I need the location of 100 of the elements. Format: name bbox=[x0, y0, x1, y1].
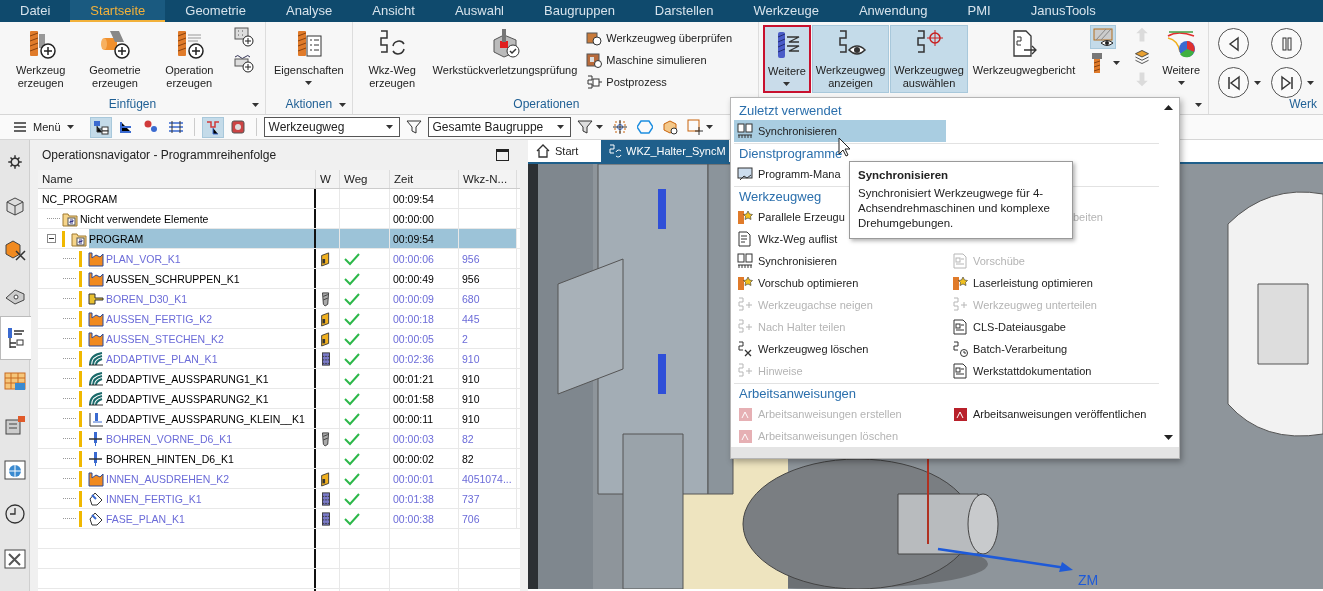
menu-item[interactable]: Batch-Verarbeitung bbox=[949, 338, 1071, 360]
group-launcher[interactable] bbox=[336, 101, 348, 109]
tool-star-icon bbox=[737, 209, 753, 225]
ribbon-button[interactable]: Wkz-Weg erzeugen bbox=[356, 25, 428, 93]
icon-button[interactable] bbox=[1090, 25, 1117, 49]
tree-row[interactable]: ADDAPTIVE_PLAN_K1 00:02:36 910 bbox=[38, 349, 520, 369]
player-button[interactable] bbox=[1217, 66, 1262, 99]
ribbon-button[interactable]: Werkstückverletzungsprüfung bbox=[428, 25, 582, 93]
menu-tab[interactable]: Anwendung bbox=[838, 0, 948, 22]
menu-item[interactable]: Wkz-Weg auflist bbox=[734, 228, 841, 250]
operation-name: AUSSEN_STECHEN_K2 bbox=[106, 332, 224, 345]
tree-row[interactable]: AUSSEN_SCHRUPPEN_K1 00:00:49 956 bbox=[38, 269, 520, 289]
tree-row[interactable]: INNEN_FERTIG_K1 00:01:38 737 bbox=[38, 489, 520, 509]
ribbon-button[interactable]: Werkzeugweg auswählen bbox=[890, 25, 968, 93]
ribbon-button[interactable]: Werkzeugweg anzeigen bbox=[811, 25, 890, 93]
tree-row[interactable]: BOHREN_HINTEN_D6_K1 00:00:02 82 bbox=[38, 449, 520, 469]
column-header[interactable]: Name bbox=[38, 170, 316, 188]
toolbar-button[interactable] bbox=[89, 116, 112, 138]
menu-item[interactable]: CLS-Dateiausgabe bbox=[949, 316, 1069, 338]
tree-row[interactable]: ADDAPTIVE_AUSSPARUNG_KLEIN__K1 00:00:11 910 bbox=[38, 409, 520, 429]
column-header[interactable]: Zeit bbox=[390, 170, 459, 188]
menu-item[interactable]: Arbeitsanweisungen veröffentlichen bbox=[949, 403, 1150, 425]
tree-row[interactable]: INNEN_AUSDREHEN_K2 00:00:01 4051074... bbox=[38, 469, 520, 489]
collapse-toggle[interactable] bbox=[47, 234, 56, 243]
menu-item[interactable]: Vorschub optimieren bbox=[734, 272, 862, 294]
filter-icon bbox=[405, 119, 422, 135]
menu-tab[interactable]: JanusTools bbox=[1010, 0, 1116, 22]
menu-item[interactable]: Programm-Mana bbox=[734, 163, 844, 185]
column-header[interactable]: W bbox=[316, 170, 340, 188]
turning-op-icon bbox=[88, 250, 104, 267]
tree-row[interactable]: ADDAPTIVE_AUSSPARUNG2_K1 00:01:58 910 bbox=[38, 389, 520, 409]
tree-row[interactable]: NC_PROGRAM 00:09:54 bbox=[38, 189, 520, 209]
document-icon bbox=[952, 253, 968, 269]
ribbon-button[interactable]: Geometrie erzeugen bbox=[78, 25, 152, 93]
chamfer-op-icon bbox=[88, 510, 104, 527]
group-label: Operationen bbox=[513, 97, 580, 112]
dropdown-field[interactable]: Gesamte Baugruppe bbox=[427, 117, 571, 137]
menu-item[interactable]: Laserleistung optimieren bbox=[949, 272, 1096, 294]
section-header: Werkzeugweg bbox=[738, 188, 823, 206]
ribbon-button[interactable]: Weitere bbox=[1158, 25, 1204, 93]
ribbon-button[interactable]: Werkzeugweg überprüfen bbox=[582, 27, 737, 48]
operation-name: FASE_PLAN_K1 bbox=[106, 512, 185, 525]
square-crosshair-icon bbox=[686, 119, 703, 135]
menu-tab[interactable]: Datei bbox=[0, 0, 71, 22]
operation-name: PLAN_VOR_K1 bbox=[106, 252, 181, 265]
settings-icon bbox=[5, 153, 24, 171]
sidebar-button[interactable] bbox=[0, 140, 30, 184]
menu-tab[interactable]: Baugruppen bbox=[524, 0, 635, 22]
group-launcher[interactable] bbox=[249, 101, 261, 109]
menu-button[interactable]: Menü bbox=[8, 118, 79, 136]
menu-tab[interactable]: Auswahl bbox=[434, 0, 524, 22]
column-header[interactable]: Wkz-N... bbox=[459, 170, 517, 188]
operation-name: ADDAPTIVE_AUSSPARUNG2_K1 bbox=[106, 392, 269, 405]
ribbon-button[interactable]: Maschine simulieren bbox=[582, 49, 737, 70]
tree-row[interactable]: BOHREN_VORNE_D6_K1 00:00:03 82 bbox=[38, 429, 520, 449]
menu-tab[interactable]: Darstellen bbox=[634, 0, 734, 22]
menu-item[interactable]: Synchronisieren bbox=[734, 250, 840, 272]
ribbon-button[interactable]: Eigenschaften bbox=[269, 25, 348, 93]
tree-row[interactable]: ADDAPTIVE_AUSSPARUNG1_K1 00:01:21 910 bbox=[38, 369, 520, 389]
document-tab[interactable]: WKZ_Halter_SyncM bbox=[601, 140, 729, 162]
sidebar-button[interactable] bbox=[0, 272, 30, 316]
dropdown-field[interactable]: Werkzeugweg bbox=[263, 117, 400, 137]
turning-op-icon bbox=[88, 330, 104, 347]
ribbon-button[interactable]: Postprozess bbox=[582, 71, 737, 92]
ribbon-button[interactable]: Werkzeugwegbericht bbox=[968, 25, 1080, 93]
menu-tab[interactable]: Startseite bbox=[70, 0, 166, 22]
tree-row[interactable]: PLAN_VOR_K1 00:00:06 956 bbox=[38, 249, 520, 269]
tree-row[interactable]: AUSSEN_STECHEN_K2 00:00:05 2 bbox=[38, 329, 520, 349]
group-launcher[interactable] bbox=[1193, 101, 1204, 109]
menu-tab[interactable]: PMI bbox=[947, 0, 1011, 22]
menu-item[interactable]: Werkzeugweg löschen bbox=[734, 338, 872, 360]
operation-name: INNEN_FERTIG_K1 bbox=[106, 492, 202, 505]
toolbar-button[interactable] bbox=[201, 116, 224, 138]
menu-tab[interactable]: Werkzeuge bbox=[733, 0, 839, 22]
tree-row[interactable]: BOREN_D30_K1 00:00:09 680 bbox=[38, 289, 520, 309]
operation-name: AUSSEN_FERTIG_K2 bbox=[106, 312, 212, 325]
menu-tab[interactable]: Geometrie bbox=[165, 0, 266, 22]
menu-item[interactable]: Werkstattdokumentation bbox=[949, 360, 1095, 382]
menu-tab[interactable]: Ansicht bbox=[352, 0, 435, 22]
adaptive-op-icon bbox=[88, 370, 104, 387]
maximize-icon bbox=[496, 149, 509, 161]
chamfer-op-icon bbox=[88, 490, 104, 507]
ribbon-button[interactable]: Werkzeug erzeugen bbox=[4, 25, 78, 93]
menu-item[interactable]: Parallele Erzeugu bbox=[734, 206, 848, 228]
caret-icon bbox=[705, 125, 713, 129]
maximize-button[interactable] bbox=[495, 148, 510, 162]
column-header[interactable]: Weg bbox=[340, 170, 390, 188]
scroll-down-icon bbox=[1164, 435, 1173, 440]
menu-tab[interactable]: Analyse bbox=[266, 0, 353, 22]
player-button[interactable] bbox=[1270, 66, 1315, 99]
sidebar-button[interactable] bbox=[0, 316, 31, 360]
toolpath-cross-icon bbox=[737, 341, 753, 357]
dropdown-button[interactable]: Weitere bbox=[763, 25, 811, 93]
sync-icon bbox=[608, 143, 622, 159]
ribbon-button[interactable]: Operation erzeugen bbox=[152, 25, 226, 93]
document-tab[interactable]: Start bbox=[528, 140, 601, 162]
menu-item[interactable]: Synchronisieren bbox=[734, 120, 946, 142]
section-header: Zuletzt verwendet bbox=[738, 102, 843, 120]
menu-icon bbox=[13, 121, 27, 133]
tree-row[interactable]: AUSSEN_FERTIG_K2 00:00:18 445 bbox=[38, 309, 520, 329]
